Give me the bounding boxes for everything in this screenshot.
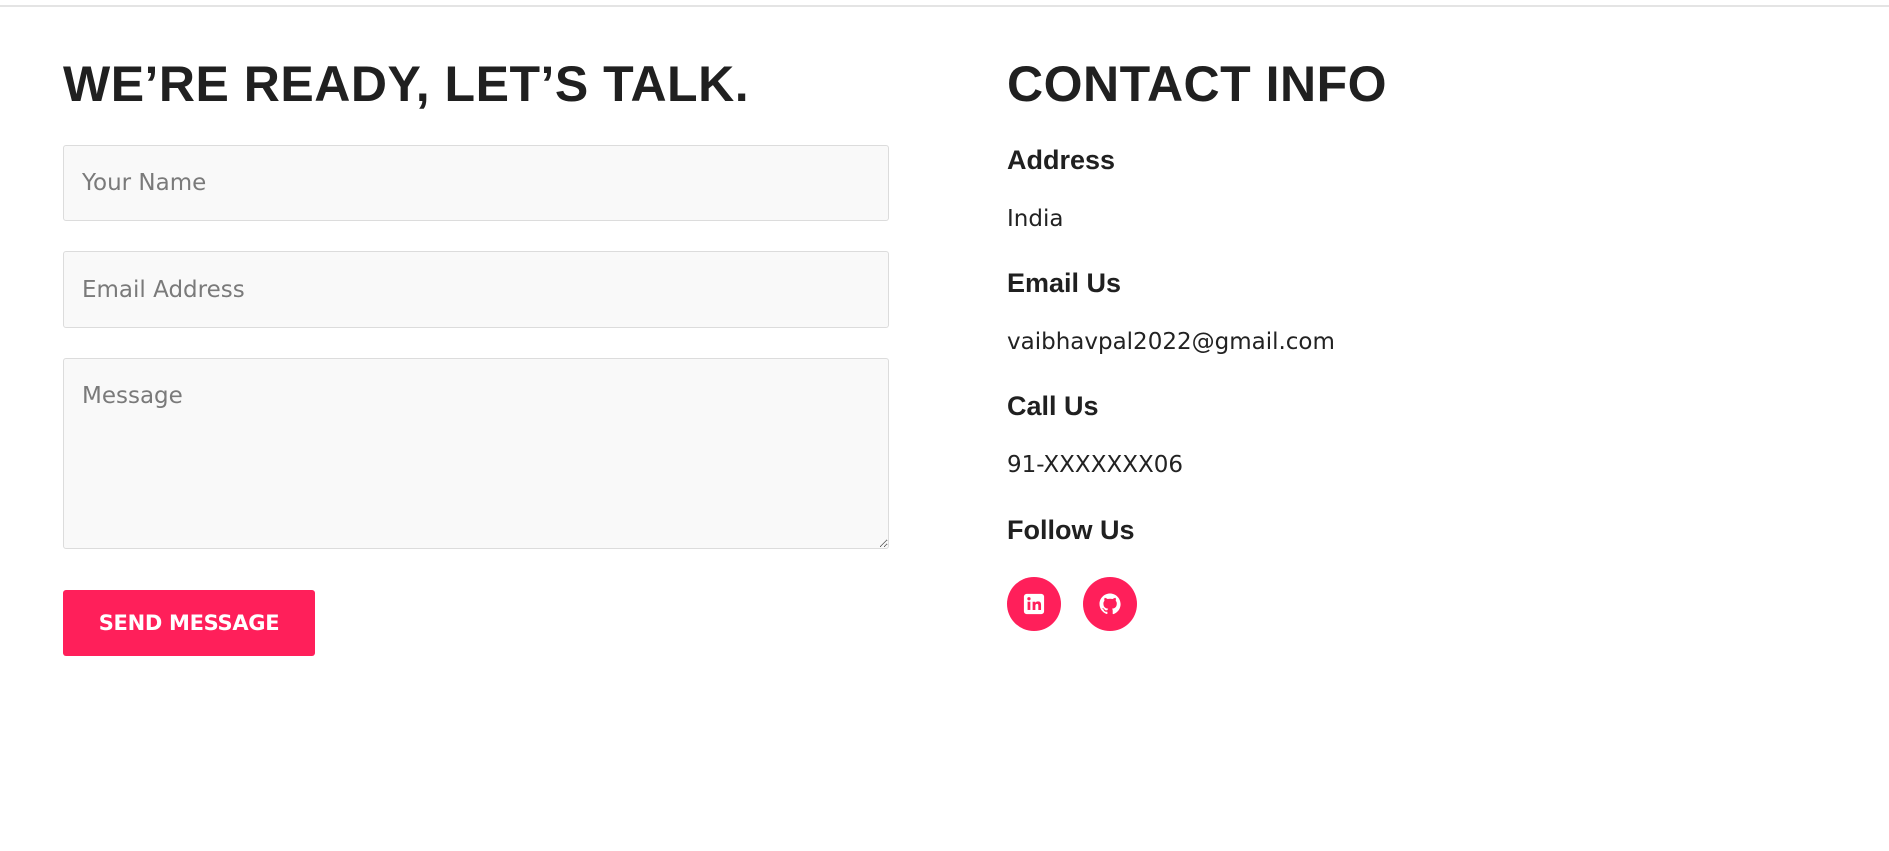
github-icon [1098,592,1122,616]
address-value: India [1007,206,1064,232]
contact-section: WE’RE READY, LET’S TALK. SEND MESSAGE CO… [0,0,1889,851]
phone-value: 91-XXXXXXX06 [1007,452,1183,478]
message-textarea[interactable] [63,358,889,549]
contact-form: WE’RE READY, LET’S TALK. SEND MESSAGE [63,55,889,656]
name-input[interactable] [63,145,889,221]
email-input[interactable] [63,251,889,328]
github-button[interactable] [1083,577,1137,631]
linkedin-button[interactable] [1007,577,1061,631]
top-divider [0,5,1889,7]
social-links [1007,577,1137,631]
call-label: Call Us [1007,391,1099,421]
email-value: vaibhavpal2022@gmail.com [1007,329,1335,355]
send-message-button[interactable]: SEND MESSAGE [63,590,315,656]
linkedin-icon [1023,593,1045,615]
contact-info: CONTACT INFO Address India Email Us vaib… [1007,55,1807,631]
form-heading: WE’RE READY, LET’S TALK. [63,56,750,112]
contact-info-title: CONTACT INFO [1007,56,1388,112]
email-label: Email Us [1007,268,1122,298]
address-label: Address [1007,145,1116,175]
follow-label: Follow Us [1007,515,1135,545]
